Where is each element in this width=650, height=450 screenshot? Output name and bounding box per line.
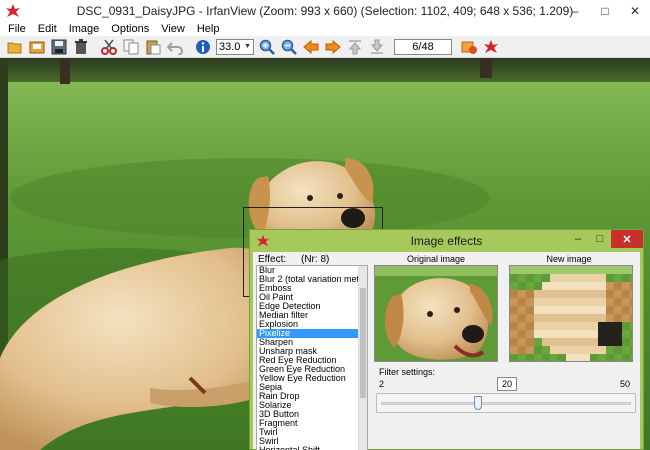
original-image-label: Original image [406, 254, 466, 264]
thumbnails-button[interactable] [26, 37, 48, 57]
undo-icon [167, 41, 183, 55]
copy-button[interactable] [120, 37, 142, 57]
effect-list-item[interactable]: Horizontal Shift [257, 446, 361, 450]
previous-image-button[interactable] [300, 37, 322, 57]
chevron-down-icon: ▼ [244, 43, 251, 50]
filter-min-label: 2 [379, 379, 385, 389]
delete-button[interactable] [70, 37, 92, 57]
menu-edit[interactable]: Edit [32, 22, 63, 36]
pixelized-preview [510, 266, 632, 361]
save-button[interactable] [48, 37, 70, 57]
minimize-button[interactable]: – [560, 0, 590, 22]
dialog-close-button[interactable]: ✕ [611, 230, 643, 248]
filter-value-field[interactable]: 20 [497, 377, 517, 391]
filter-max-label: 50 [619, 379, 630, 389]
image-effects-dialog: Image effects – □ ✕ Effect: (Nr: 8) Blur… [249, 229, 644, 450]
undo-button[interactable] [164, 37, 186, 57]
zoom-in-button[interactable] [256, 37, 278, 57]
new-image-preview [509, 265, 633, 362]
slider-thumb[interactable] [474, 396, 482, 410]
dialog-title-bar[interactable]: Image effects – □ ✕ [250, 230, 643, 252]
effect-number: (Nr: 8) [301, 254, 330, 265]
next-image-button[interactable] [322, 37, 344, 57]
menu-options[interactable]: Options [105, 22, 155, 36]
irfanview-logo-button[interactable] [480, 37, 502, 57]
menu-view[interactable]: View [155, 22, 191, 36]
last-image-button[interactable] [366, 37, 388, 57]
save-icon [51, 39, 67, 54]
cut-button[interactable] [98, 37, 120, 57]
zoom-out-icon [281, 39, 297, 55]
effect-list[interactable]: Blur Blur 2 (total variation method) Embos… [256, 265, 368, 450]
irfanview-app-icon[interactable] [5, 3, 21, 19]
filter-settings-label: Filter settings: [379, 367, 436, 377]
thumbnails-icon [29, 41, 45, 53]
info-icon [196, 39, 210, 54]
window-title: DSC_0931_DaisyJPG - IrfanView (Zoom: 993… [76, 4, 574, 18]
cut-icon [101, 39, 117, 55]
paste-button[interactable] [142, 37, 164, 57]
original-image-preview [374, 265, 498, 362]
open-button[interactable] [4, 37, 26, 57]
new-image-label: New image [546, 254, 592, 264]
last-image-icon [370, 39, 384, 54]
irfanview-logo-icon [484, 39, 498, 53]
dialog-maximize-button[interactable]: □ [589, 230, 611, 248]
effect-label: Effect: [258, 254, 287, 265]
slider-groove [381, 402, 631, 405]
first-image-icon [348, 39, 362, 54]
first-image-button[interactable] [344, 37, 366, 57]
toolbar: 33.0 ▼ 6/48 [0, 36, 650, 58]
prev-arrow-icon [303, 39, 319, 54]
menu-bar: File Edit Image Options View Help [0, 22, 650, 36]
scrollbar-thumb[interactable] [360, 288, 366, 398]
zoom-select[interactable]: 33.0 ▼ [216, 38, 254, 55]
maximize-button[interactable]: □ [590, 0, 620, 22]
filter-slider[interactable] [376, 393, 636, 413]
menu-image[interactable]: Image [63, 22, 106, 36]
open-folder-icon [7, 42, 22, 53]
page-indicator: 6/48 [394, 38, 452, 55]
copy-icon [123, 39, 139, 54]
paste-icon [146, 40, 161, 54]
title-bar: DSC_0931_DaisyJPG - IrfanView (Zoom: 993… [0, 0, 650, 22]
zoom-in-icon [259, 39, 275, 55]
dialog-minimize-button[interactable]: – [567, 230, 589, 248]
delete-icon [75, 38, 87, 54]
menu-help[interactable]: Help [191, 22, 226, 36]
close-button[interactable]: ✕ [620, 0, 650, 22]
next-arrow-icon [325, 39, 341, 54]
zoom-value: 33.0 [219, 40, 241, 53]
info-button[interactable] [192, 37, 214, 57]
zoom-out-button[interactable] [278, 37, 300, 57]
effect-list-scrollbar[interactable] [358, 266, 367, 450]
slideshow-icon [461, 41, 477, 54]
menu-file[interactable]: File [2, 22, 32, 36]
slideshow-button[interactable] [458, 37, 480, 57]
dialog-body: Effect: (Nr: 8) Blur Blur 2 (total variat… [253, 252, 640, 450]
